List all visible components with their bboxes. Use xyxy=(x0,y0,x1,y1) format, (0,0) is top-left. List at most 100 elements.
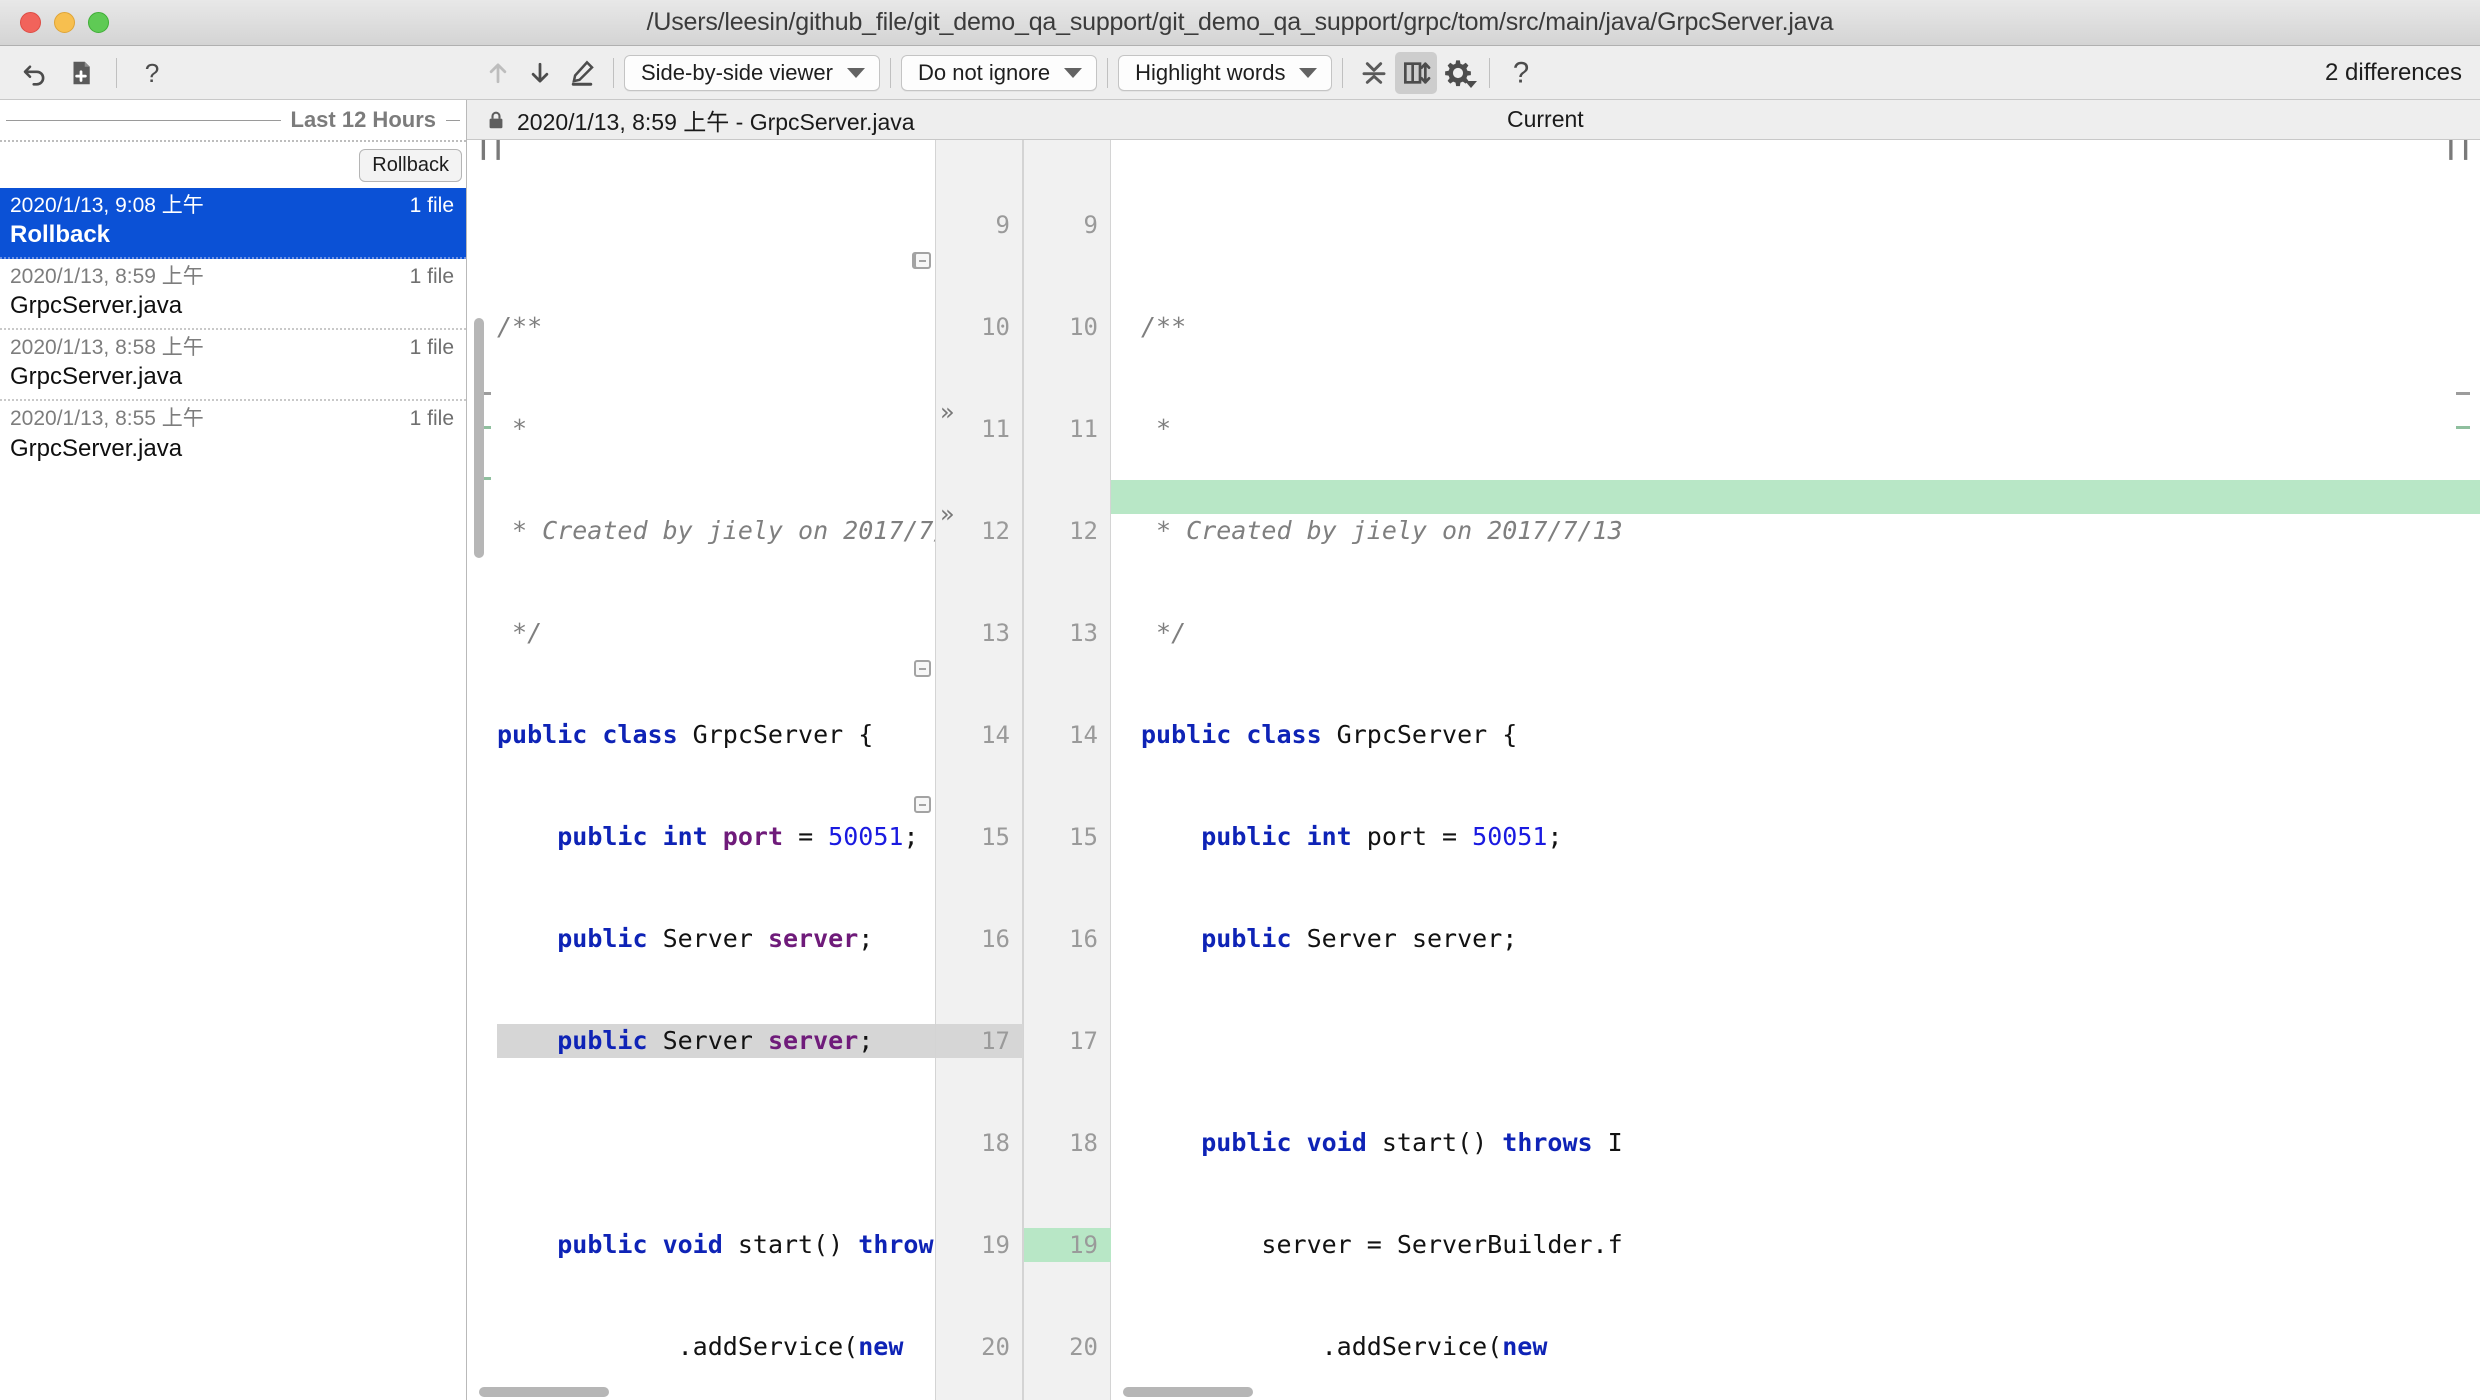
code-line: public int port = 50051; xyxy=(557,822,919,851)
history-label: Rollback xyxy=(10,221,111,249)
left-code-text: /** * * Created by jiely on 2017/7/1 */ … xyxy=(497,140,935,1400)
previous-difference-button[interactable] xyxy=(477,52,519,94)
left-revision-label: 2020/1/13, 8:59 上午 - GrpcServer.java xyxy=(517,108,915,135)
local-history-sidebar: Last 12 Hours Rollback 2020/1/13, 9:08 上… xyxy=(0,100,467,1400)
history-row-2[interactable]: 2020/1/13, 8:58 上午 GrpcServer.java 1 fil… xyxy=(0,330,466,402)
toolbar-divider-4 xyxy=(1107,57,1109,88)
right-code-pane[interactable]: /** * * Created by jiely on 2017/7/13 */… xyxy=(1111,140,2480,1400)
help-button[interactable]: ? xyxy=(1500,52,1542,94)
line-number: 20 xyxy=(1069,1333,1098,1361)
arrow-up-icon xyxy=(489,63,507,83)
apply-change-right-icon[interactable]: » xyxy=(940,500,955,528)
history-time: 2020/1/13, 9:08 上午 xyxy=(10,194,204,217)
right-pane-hscrollbar[interactable] xyxy=(1111,1384,2480,1400)
line-number: 9 xyxy=(995,211,1010,239)
right-line-numbers: 9 10 11 12 13 14 15 16 17 18 19 20 21 22 xyxy=(1024,140,1112,1400)
code-line: * Created by jiely on 2017/7/13 xyxy=(1141,516,1623,545)
code-line: public Server server; xyxy=(497,1024,935,1058)
fold-marker[interactable] xyxy=(914,796,931,813)
maximize-button[interactable] xyxy=(88,12,109,33)
code-line: public Server server; xyxy=(1201,924,1518,953)
code-line: * Created by jiely on 2017/7/1 xyxy=(497,516,935,545)
undo-button[interactable] xyxy=(14,52,56,94)
diff-titles-row: 2020/1/13, 8:59 上午 - GrpcServer.java Cur… xyxy=(467,100,2480,140)
code-line: */ xyxy=(497,618,543,647)
history-list[interactable]: 2020/1/13, 9:08 上午 Rollback 1 file 2020/… xyxy=(0,188,466,1400)
ignore-whitespace-dropdown[interactable]: Do not ignore xyxy=(900,54,1098,91)
pane-resize-handle-right[interactable]: ❙❙ xyxy=(2442,140,2473,160)
left-line-number-gutter: 9 10 11 12 13 14 15 16 17 18 19 20 21 22 xyxy=(914,140,1024,1400)
code-line: .addService(new xyxy=(1141,1332,1548,1361)
question-mark-icon: ? xyxy=(1513,57,1529,89)
create-patch-button[interactable] xyxy=(60,52,102,94)
left-pane-hscroll-thumb[interactable] xyxy=(479,1387,609,1397)
viewer-mode-dropdown[interactable]: Side-by-side viewer xyxy=(624,54,880,91)
settings-button[interactable] xyxy=(1437,52,1479,94)
line-number: 15 xyxy=(981,823,1010,851)
code-line: public void start() throws I xyxy=(1201,1128,1623,1157)
difference-count: 2 differences xyxy=(2325,58,2462,86)
code-line: .addService(new xyxy=(497,1332,904,1361)
diff-toolbar: ? Side-by-side viewer Do not ignore High… xyxy=(0,46,2480,100)
history-group-header: Last 12 Hours xyxy=(0,100,466,140)
line-number: 14 xyxy=(981,721,1010,749)
line-number: 19 xyxy=(1024,1228,1112,1262)
left-code-pane[interactable]: /** * * Created by jiely on 2017/7/1 */ … xyxy=(467,140,935,1400)
next-difference-button[interactable] xyxy=(519,52,561,94)
line-number: 10 xyxy=(981,313,1010,341)
rollback-action-row: Rollback xyxy=(0,142,466,188)
edit-source-button[interactable] xyxy=(561,52,603,94)
right-pane-hscroll-thumb[interactable] xyxy=(1123,1387,1253,1397)
line-number: 11 xyxy=(1069,415,1098,443)
line-number: 16 xyxy=(981,925,1010,953)
history-label: GrpcServer.java xyxy=(10,292,183,320)
collapse-unchanged-icon xyxy=(1363,61,1386,84)
line-number: 9 xyxy=(1083,211,1098,239)
toolbar-divider-2 xyxy=(613,57,614,88)
fold-marker[interactable] xyxy=(914,660,931,677)
diff-window: /Users/leesin/github_file/git_demo_qa_su… xyxy=(0,0,2480,1400)
line-number: 16 xyxy=(1069,925,1098,953)
highlight-mode-dropdown[interactable]: Highlight words xyxy=(1118,54,1333,91)
history-row-1[interactable]: 2020/1/13, 8:59 上午 GrpcServer.java 1 fil… xyxy=(0,259,466,331)
code-line: public class GrpcServer { xyxy=(497,720,874,749)
history-row-0[interactable]: 2020/1/13, 9:08 上午 Rollback 1 file xyxy=(0,188,466,260)
line-number: 14 xyxy=(1069,721,1098,749)
svg-text:?: ? xyxy=(145,58,160,88)
title-bar: /Users/leesin/github_file/git_demo_qa_su… xyxy=(0,0,2480,46)
left-pane-scrollbar[interactable] xyxy=(471,226,487,1400)
window-title: /Users/leesin/github_file/git_demo_qa_su… xyxy=(646,8,1834,36)
apply-change-right-icon[interactable]: » xyxy=(940,398,955,426)
left-pane-scroll-thumb[interactable] xyxy=(474,318,484,558)
right-line-number-gutter: 9 10 11 12 13 14 15 16 17 18 19 20 21 22 xyxy=(1023,140,1132,1400)
collapse-unchanged-button[interactable] xyxy=(1353,52,1395,94)
line-number: 13 xyxy=(981,619,1010,647)
code-line: public Server server; xyxy=(557,924,874,953)
code-line: public class GrpcServer { xyxy=(1141,720,1518,749)
close-button[interactable] xyxy=(20,12,41,33)
diff-panes: /** * * Created by jiely on 2017/7/1 */ … xyxy=(467,140,2480,1400)
chevron-down-icon xyxy=(1299,67,1318,78)
lock-icon xyxy=(489,111,503,128)
pane-resize-handle-left[interactable]: ❙❙ xyxy=(475,140,506,160)
new-file-icon xyxy=(73,61,90,84)
left-pane-hscrollbar[interactable] xyxy=(467,1384,935,1400)
line-number: 15 xyxy=(1069,823,1098,851)
line-number: 19 xyxy=(981,1231,1010,1259)
line-number: 20 xyxy=(981,1333,1010,1361)
line-number: 10 xyxy=(1069,313,1098,341)
code-line: */ xyxy=(1141,618,1187,647)
help-button-left[interactable]: ? xyxy=(131,52,173,94)
fold-marker[interactable] xyxy=(914,252,931,269)
sync-scroll-button[interactable] xyxy=(1395,51,1438,94)
history-row-3[interactable]: 2020/1/13, 8:55 上午 GrpcServer.java 1 fil… xyxy=(0,401,466,470)
code-line: /** xyxy=(1141,312,1187,341)
ignore-whitespace-label: Do not ignore xyxy=(917,59,1051,85)
chevron-down-icon xyxy=(846,67,865,78)
left-line-numbers: 9 10 11 12 13 14 15 16 17 18 19 20 21 22 xyxy=(936,140,1024,1400)
minimize-button[interactable] xyxy=(54,12,75,33)
rollback-button[interactable]: Rollback xyxy=(359,148,462,182)
line-number: 18 xyxy=(1069,1129,1098,1157)
